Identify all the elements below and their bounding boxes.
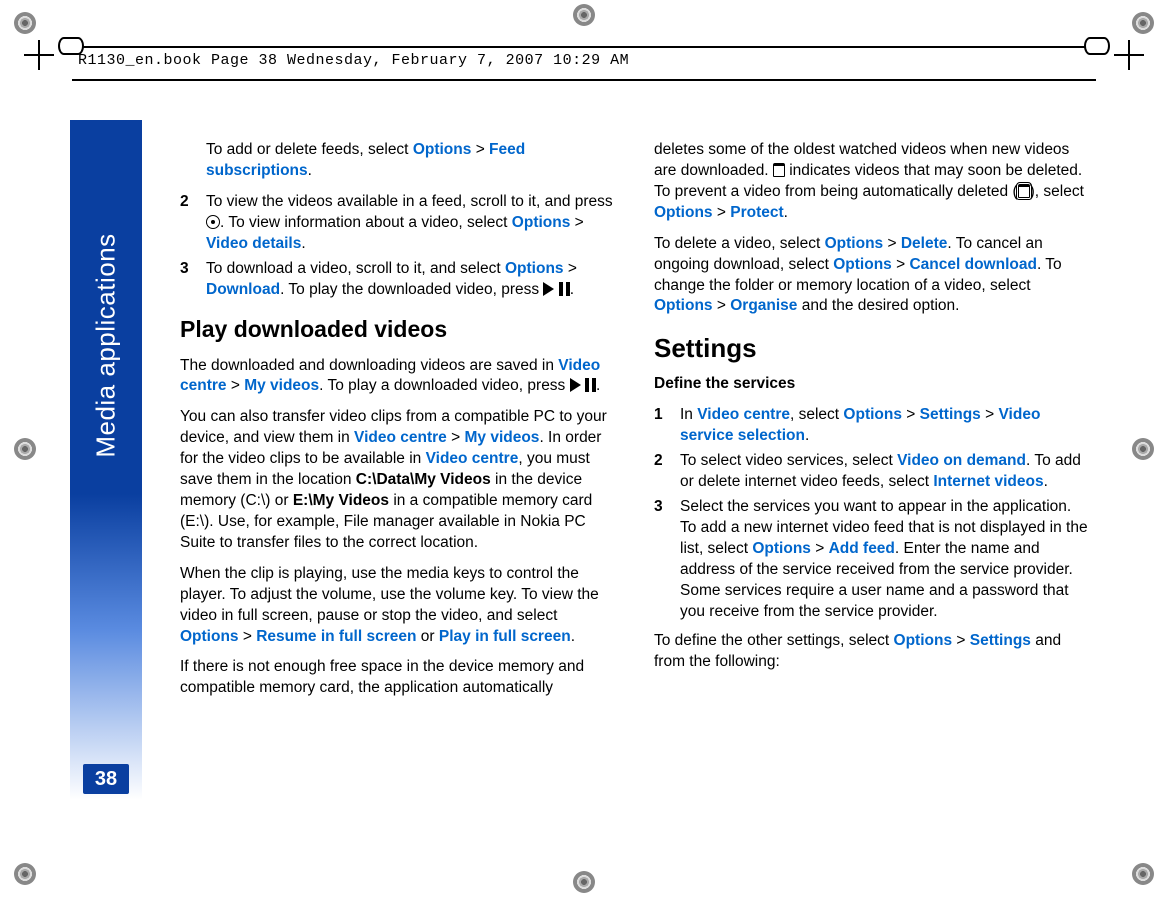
body-text: In Video centre, select Options > Settin… bbox=[680, 405, 1090, 447]
register-mark-icon bbox=[24, 40, 54, 70]
ui-option-download: Download bbox=[206, 281, 280, 298]
pause-icon bbox=[559, 282, 570, 296]
body-columns: To add or delete feeds, select Options >… bbox=[180, 140, 1090, 709]
ui-option-video-details: Video details bbox=[206, 235, 301, 252]
ui-option-options: Options bbox=[825, 235, 884, 252]
body-text: You can also transfer video clips from a… bbox=[180, 407, 616, 553]
crop-mark-icon bbox=[14, 438, 36, 460]
body-text: Select the services you want to appear i… bbox=[680, 497, 1090, 623]
column-right: deletes some of the oldest watched video… bbox=[654, 140, 1090, 709]
crop-mark-icon bbox=[14, 12, 36, 34]
column-left: To add or delete feeds, select Options >… bbox=[180, 140, 616, 709]
scroll-key-icon bbox=[206, 215, 220, 229]
ui-option-video-on-demand: Video on demand bbox=[897, 452, 1026, 469]
body-text: To download a video, scroll to it, and s… bbox=[206, 259, 616, 301]
page-number: 38 bbox=[83, 764, 129, 794]
body-text: The downloaded and downloading videos ar… bbox=[180, 356, 616, 398]
step-number: 3 bbox=[180, 259, 194, 301]
ui-option-my-videos: My videos bbox=[464, 429, 539, 446]
ui-option-delete: Delete bbox=[901, 235, 948, 252]
register-mark-icon bbox=[1114, 40, 1144, 70]
body-text: To select video services, select Video o… bbox=[680, 451, 1090, 493]
section-title: Media applications bbox=[91, 233, 122, 457]
ui-option-options: Options bbox=[752, 540, 811, 557]
crop-mark-icon bbox=[573, 871, 595, 893]
ui-option-options: Options bbox=[180, 628, 239, 645]
ui-option-options: Options bbox=[833, 256, 892, 273]
body-text: To add or delete feeds, select Options >… bbox=[180, 140, 616, 182]
ui-option-my-videos: My videos bbox=[244, 377, 319, 394]
body-text: To view the videos available in a feed, … bbox=[206, 192, 616, 255]
body-text: When the clip is playing, use the media … bbox=[180, 564, 616, 648]
ui-option-internet-videos: Internet videos bbox=[933, 473, 1043, 490]
step-number: 3 bbox=[654, 497, 668, 623]
running-header-text: R1130_en.book Page 38 Wednesday, Februar… bbox=[20, 48, 1148, 69]
ui-option-options: Options bbox=[894, 632, 953, 649]
sub-heading-define-services: Define the services bbox=[654, 374, 1090, 395]
ui-option-options: Options bbox=[512, 214, 571, 231]
ui-option-protect: Protect bbox=[730, 204, 783, 221]
section-sidebar: Media applications 38 bbox=[70, 120, 142, 800]
body-text: To delete a video, select Options > Dele… bbox=[654, 234, 1090, 318]
step-number: 2 bbox=[180, 192, 194, 255]
body-text: If there is not enough free space in the… bbox=[180, 657, 616, 699]
crop-mark-icon bbox=[14, 863, 36, 885]
binding-mark-icon bbox=[1084, 37, 1110, 55]
step-number: 2 bbox=[654, 451, 668, 493]
protected-icon bbox=[1018, 184, 1030, 198]
ui-option-settings: Settings bbox=[920, 406, 981, 423]
ui-option-cancel-download: Cancel download bbox=[909, 256, 1036, 273]
ui-option-play-full-screen: Play in full screen bbox=[439, 628, 571, 645]
ui-option-options: Options bbox=[413, 141, 472, 158]
heading-settings: Settings bbox=[654, 331, 1090, 366]
ui-option-video-centre: Video centre bbox=[426, 450, 519, 467]
body-text: To define the other settings, select Opt… bbox=[654, 631, 1090, 673]
pause-icon bbox=[585, 378, 596, 392]
step-number: 1 bbox=[654, 405, 668, 447]
delete-candidate-icon bbox=[773, 163, 785, 177]
ui-option-resume-full-screen: Resume in full screen bbox=[256, 628, 416, 645]
ui-option-options: Options bbox=[654, 297, 713, 314]
running-header: R1130_en.book Page 38 Wednesday, Februar… bbox=[20, 46, 1148, 81]
crop-mark-icon bbox=[1132, 438, 1154, 460]
play-icon bbox=[570, 378, 581, 392]
binding-mark-icon bbox=[58, 37, 84, 55]
crop-mark-icon bbox=[573, 4, 595, 26]
ui-option-options: Options bbox=[843, 406, 902, 423]
ui-option-video-centre: Video centre bbox=[697, 406, 790, 423]
crop-mark-icon bbox=[1132, 12, 1154, 34]
body-text: deletes some of the oldest watched video… bbox=[654, 140, 1090, 224]
ui-option-options: Options bbox=[654, 204, 713, 221]
heading-play-downloaded-videos: Play downloaded videos bbox=[180, 314, 616, 345]
ui-option-options: Options bbox=[505, 260, 564, 277]
play-icon bbox=[543, 282, 554, 296]
ui-option-settings: Settings bbox=[970, 632, 1031, 649]
ui-option-add-feed: Add feed bbox=[829, 540, 895, 557]
crop-mark-icon bbox=[1132, 863, 1154, 885]
ui-option-organise: Organise bbox=[730, 297, 797, 314]
ui-option-video-centre: Video centre bbox=[354, 429, 447, 446]
